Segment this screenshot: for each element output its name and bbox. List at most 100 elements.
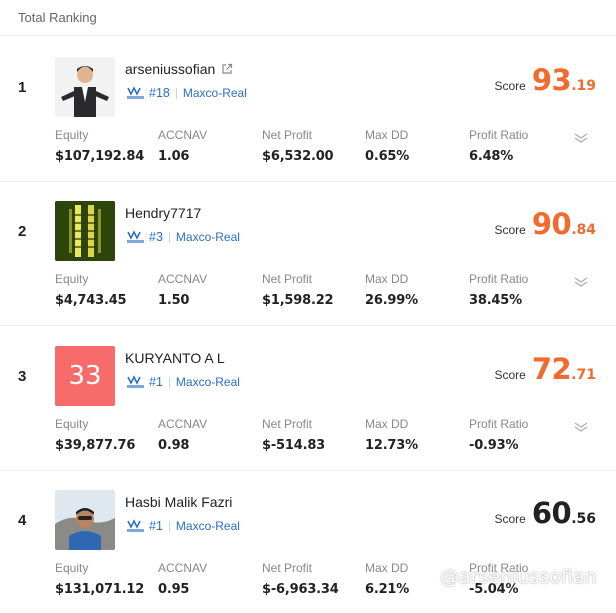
stat-label: Max DD <box>365 561 409 575</box>
stat-profit-ratio: Profit Ratio 38.45% <box>469 272 528 308</box>
stat-max-dd: Max DD 12.73% <box>365 417 418 453</box>
trader-name-text[interactable]: KURYANTO A L <box>125 350 225 366</box>
stat-label: Net Profit <box>262 417 313 431</box>
avatar-photo-icon <box>55 57 115 117</box>
stat-value: 38.45% <box>469 293 522 308</box>
external-link-icon[interactable] <box>221 63 233 75</box>
stat-accnav: ACCNAV 0.95 <box>158 561 207 597</box>
section-header: Total Ranking <box>0 0 616 36</box>
stat-max-dd: Max DD 26.99% <box>365 272 418 308</box>
avatar-number: 33 <box>68 361 102 391</box>
trader-name[interactable]: Hendry7717 <box>125 205 201 221</box>
ranking-row[interactable]: 2 Hendry7717 #3 Maxco-Real Score 90.84 Equity $… <box>0 181 616 326</box>
score: Score 72.71 <box>494 352 596 386</box>
score-decimal: .71 <box>571 367 596 383</box>
stat-value: 0.65% <box>365 149 410 164</box>
broker-name[interactable]: Maxco-Real <box>183 86 247 100</box>
rank-number: 4 <box>18 512 27 529</box>
rank-number: 3 <box>18 368 27 385</box>
stat-label: ACCNAV <box>158 128 208 142</box>
stat-equity: Equity $4,743.45 <box>55 272 127 308</box>
avatar[interactable] <box>55 57 115 117</box>
broker-rank: #3 <box>149 230 163 244</box>
stat-value: $1,598.22 <box>262 293 334 308</box>
stat-net-profit: Net Profit $-6,963.34 <box>262 561 339 597</box>
stat-value: $107,192.84 <box>55 149 145 164</box>
score-decimal: .56 <box>571 511 596 527</box>
score-integer: 72 <box>531 352 572 386</box>
broker-name[interactable]: Maxco-Real <box>176 230 240 244</box>
ranking-row[interactable]: 4 Hasbi Malik Fazri #1 Maxco-Real Score 60.56… <box>0 470 616 613</box>
stat-label: Equity <box>55 417 89 431</box>
broker-info: #3 Maxco-Real <box>127 230 240 244</box>
stat-value: $4,743.45 <box>55 293 127 308</box>
score-integer: 60 <box>531 496 572 530</box>
stat-value: $39,877.76 <box>55 438 136 453</box>
broker-logo-icon <box>127 375 144 388</box>
avatar-photo-icon <box>55 490 115 550</box>
score-label: Score <box>494 368 526 382</box>
stat-net-profit: Net Profit $1,598.22 <box>262 272 334 308</box>
chevron-down-icon[interactable] <box>574 133 588 143</box>
broker-rank: #1 <box>149 519 163 533</box>
divider <box>168 376 170 388</box>
stat-label: Net Profit <box>262 272 313 286</box>
divider <box>168 520 170 532</box>
rank-number: 2 <box>18 223 27 240</box>
stat-max-dd: Max DD 0.65% <box>365 128 409 164</box>
stat-net-profit: Net Profit $-514.83 <box>262 417 325 453</box>
score-decimal: .19 <box>571 78 596 94</box>
trader-name[interactable]: Hasbi Malik Fazri <box>125 494 232 510</box>
stat-value: 6.21% <box>365 582 410 597</box>
avatar[interactable] <box>55 201 115 261</box>
stat-label: Equity <box>55 561 89 575</box>
stat-label: Equity <box>55 128 89 142</box>
divider <box>168 231 170 243</box>
ranking-row[interactable]: 3 33 KURYANTO A L #1 Maxco-Real Score 72.71 Equ… <box>0 326 616 471</box>
trader-name[interactable]: KURYANTO A L <box>125 350 225 366</box>
stat-equity: Equity $107,192.84 <box>55 128 144 164</box>
stat-equity: Equity $131,071.12 <box>55 561 144 597</box>
avatar[interactable] <box>55 490 115 550</box>
stat-label: Max DD <box>365 128 409 142</box>
stat-max-dd: Max DD 6.21% <box>365 561 409 597</box>
ranking-row[interactable]: 1 arseniussofian #18 Maxco-Real Score 93.19 Eq… <box>0 37 616 182</box>
broker-info: #1 Maxco-Real <box>127 375 240 389</box>
chevron-down-icon[interactable] <box>574 277 588 287</box>
stat-accnav: ACCNAV 1.50 <box>158 272 207 308</box>
trader-name-text[interactable]: arseniussofian <box>125 61 215 77</box>
trader-name-text[interactable]: Hasbi Malik Fazri <box>125 494 232 510</box>
stat-value: $6,532.00 <box>262 149 334 164</box>
score: Score 93.19 <box>494 63 596 97</box>
trader-name[interactable]: arseniussofian <box>125 61 233 77</box>
stat-value: -0.93% <box>469 438 519 453</box>
score-label: Score <box>494 223 526 237</box>
broker-name[interactable]: Maxco-Real <box>176 519 240 533</box>
stat-value: 1.06 <box>158 149 190 164</box>
trader-name-text[interactable]: Hendry7717 <box>125 205 201 221</box>
avatar-photo-icon <box>55 201 115 261</box>
stat-accnav: ACCNAV 1.06 <box>158 128 207 164</box>
stat-label: Profit Ratio <box>469 417 529 431</box>
broker-info: #18 Maxco-Real <box>127 86 247 100</box>
score-integer: 90 <box>531 207 572 241</box>
stat-value: $131,071.12 <box>55 582 145 597</box>
stat-value: 0.98 <box>158 438 190 453</box>
stat-label: Net Profit <box>262 128 313 142</box>
broker-name[interactable]: Maxco-Real <box>176 375 240 389</box>
section-title: Total Ranking <box>18 10 97 25</box>
score-decimal: .84 <box>571 222 596 238</box>
stat-accnav: ACCNAV 0.98 <box>158 417 207 453</box>
avatar[interactable]: 33 <box>55 346 115 406</box>
score-integer: 93 <box>531 63 572 97</box>
chevron-down-icon[interactable] <box>574 422 588 432</box>
tiktok-logo-icon <box>420 567 435 586</box>
stat-value: $-6,963.34 <box>262 582 339 597</box>
stat-label: Profit Ratio <box>469 272 529 286</box>
stat-profit-ratio: Profit Ratio 6.48% <box>469 128 528 164</box>
stat-label: Net Profit <box>262 561 313 575</box>
stat-value: $-514.83 <box>262 438 326 453</box>
broker-rank: #18 <box>149 86 170 100</box>
watermark-text: @arseniussofian <box>440 566 597 588</box>
stat-value: 1.50 <box>158 293 190 308</box>
